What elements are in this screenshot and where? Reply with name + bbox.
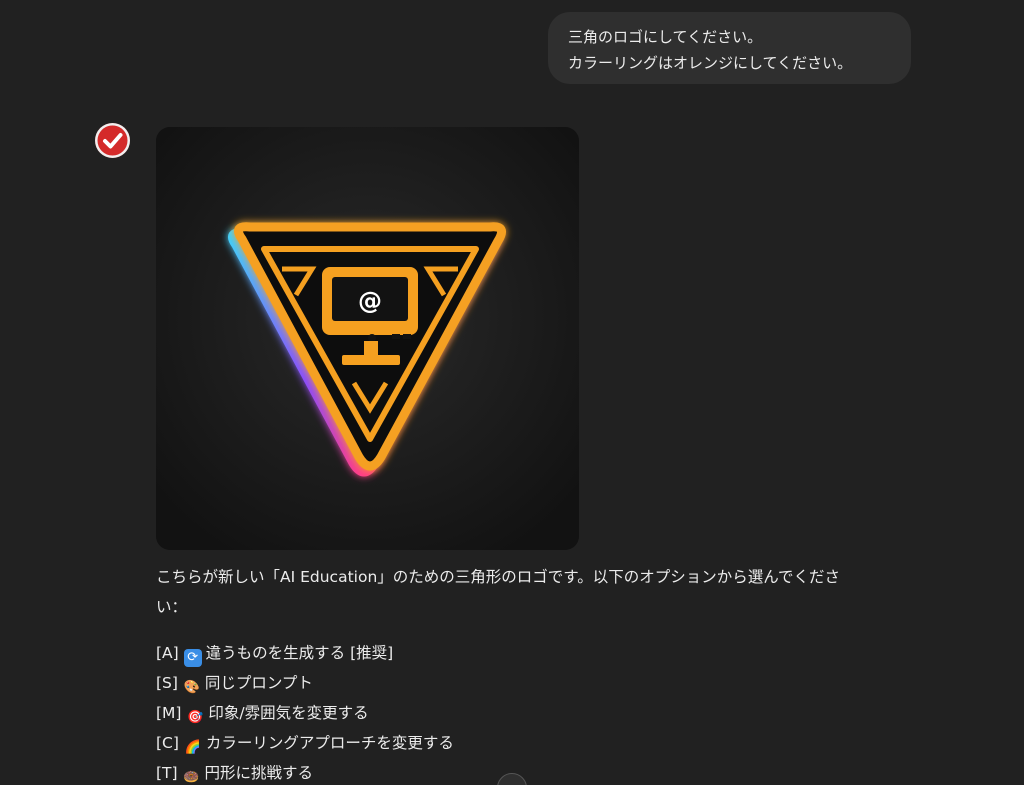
checkmark-badge-icon bbox=[95, 123, 130, 158]
option-s: [S] 🎨 同じプロンプト bbox=[156, 668, 896, 698]
option-c: [C] 🌈 カラーリングアプローチを変更する bbox=[156, 728, 896, 758]
option-key: [C] bbox=[156, 734, 179, 752]
assistant-intro-text: こちらが新しい「AI Education」のための三角形のロゴです。以下のオプシ… bbox=[156, 562, 896, 622]
option-t: [T] 🍩 円形に挑戦する bbox=[156, 758, 896, 785]
at-sign-symbol: @ bbox=[358, 287, 382, 315]
generated-logo-image[interactable]: @ bbox=[156, 127, 579, 550]
option-label: 違うものを生成する [推奨] bbox=[205, 644, 394, 662]
assistant-avatar bbox=[95, 123, 130, 158]
refresh-icon: ⟳ bbox=[183, 649, 202, 667]
user-message-line: 三角のロゴにしてください。 bbox=[568, 28, 763, 46]
user-message-line: カラーリングはオレンジにしてください。 bbox=[568, 54, 853, 72]
option-label: カラーリングアプローチを変更する bbox=[205, 734, 454, 752]
triangle-logo-graphic: @ bbox=[156, 127, 579, 550]
option-a: [A] ⟳ 違うものを生成する [推奨] bbox=[156, 638, 896, 668]
option-label: 円形に挑戦する bbox=[204, 764, 314, 782]
assistant-message: こちらが新しい「AI Education」のための三角形のロゴです。以下のオプシ… bbox=[156, 562, 896, 785]
option-key: [M] bbox=[156, 704, 182, 722]
target-icon: 🎯 bbox=[187, 710, 204, 725]
option-m: [M] 🎯 印象/雰囲気を変更する bbox=[156, 698, 896, 728]
intro-line: こちらが新しい「AI Education」のための三角形のロゴです。以下のオプシ… bbox=[156, 568, 840, 586]
option-key: [S] bbox=[156, 674, 178, 692]
palette-icon: 🎨 bbox=[183, 680, 200, 695]
intro-line: い： bbox=[156, 598, 188, 616]
donut-icon: 🍩 bbox=[183, 770, 200, 785]
option-key: [A] bbox=[156, 644, 179, 662]
user-message-bubble: 三角のロゴにしてください。 カラーリングはオレンジにしてください。 bbox=[548, 12, 911, 84]
rainbow-icon: 🌈 bbox=[184, 740, 201, 755]
option-label: 印象/雰囲気を変更する bbox=[208, 704, 369, 722]
chat-page: 三角のロゴにしてください。 カラーリングはオレンジにしてください。 @ こちらが… bbox=[0, 0, 1024, 785]
option-label: 同じプロンプト bbox=[204, 674, 313, 692]
option-key: [T] bbox=[156, 764, 178, 782]
